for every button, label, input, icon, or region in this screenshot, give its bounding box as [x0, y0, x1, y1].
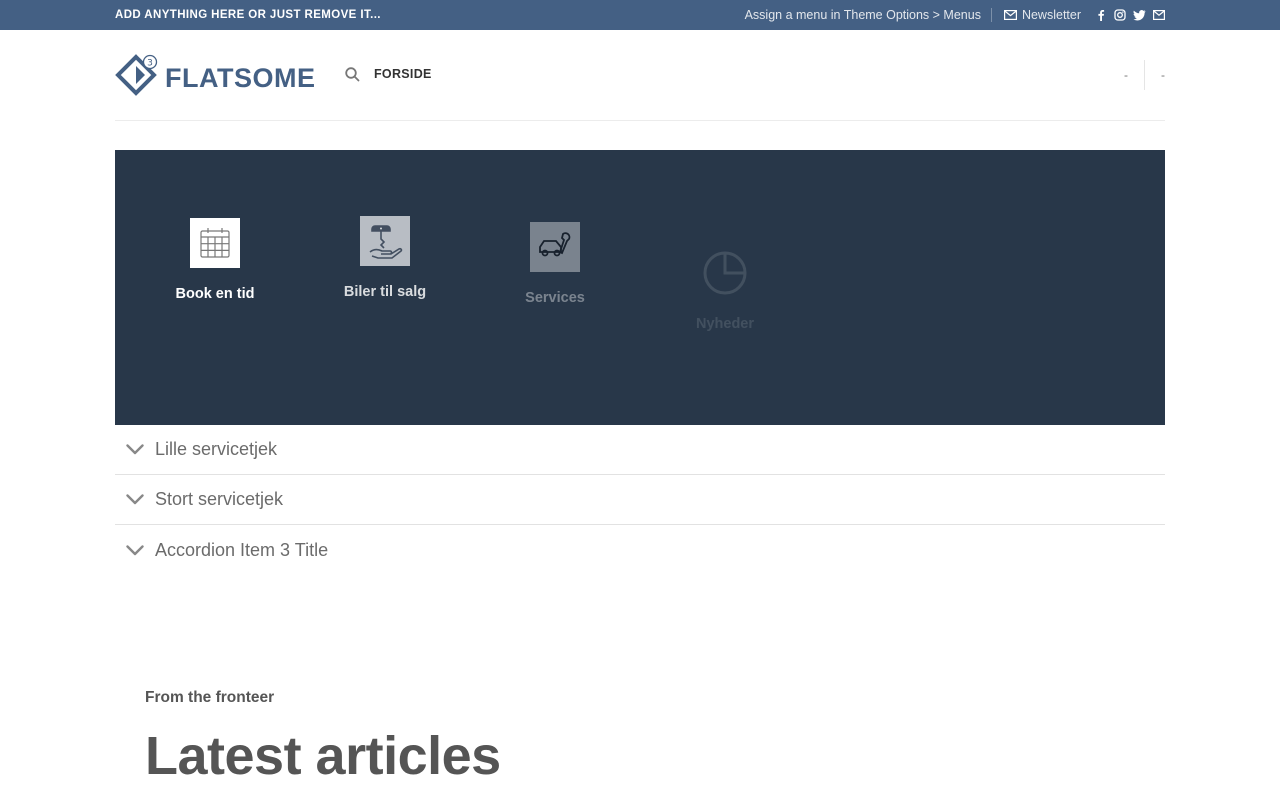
nav-item-forside[interactable]: FORSIDE	[374, 67, 432, 81]
section-kicker: From the fronteer	[145, 689, 275, 706]
instagram-icon[interactable]	[1114, 9, 1126, 21]
menu-hint-link[interactable]: Assign a menu in Theme Options > Menus	[745, 8, 991, 22]
accordion-item-title: Lille servicetjek	[155, 439, 278, 459]
accordion-item-title: Accordion Item 3 Title	[155, 539, 329, 560]
social-icons	[1095, 9, 1165, 21]
header-right-item-1[interactable]: -	[1124, 68, 1144, 82]
site-logo[interactable]: 3 FLATSOME	[115, 54, 315, 103]
calendar-icon	[190, 218, 240, 268]
feature-label: Biler til salg	[343, 284, 427, 300]
accordion-item[interactable]: Lille servicetjek	[115, 425, 1165, 475]
chevron-down-icon	[115, 544, 155, 556]
feature-label: Services	[525, 290, 585, 306]
feature-label: Book en tid	[175, 286, 255, 302]
header-right-item-2[interactable]: -	[1161, 68, 1165, 82]
accordion-item[interactable]: Accordion Item 3 Title	[115, 525, 1165, 575]
feature-services[interactable]: Services	[470, 222, 640, 306]
feature-nyheder[interactable]: Nyheder	[640, 248, 810, 332]
twitter-icon[interactable]	[1133, 9, 1146, 21]
facebook-icon[interactable]	[1095, 9, 1107, 21]
chevron-down-icon	[115, 494, 155, 505]
top-bar-right: Assign a menu in Theme Options > Menus N…	[745, 0, 1165, 30]
pie-chart-icon	[700, 248, 750, 298]
feature-panel: Book en tid Biler til salg Services Nyhe…	[115, 150, 1165, 425]
envelope-icon	[1003, 10, 1017, 20]
feature-book-en-tid[interactable]: Book en tid	[130, 218, 300, 302]
header-right-menu: - -	[1124, 60, 1165, 90]
accordion-item-title: Stort servicetjek	[155, 489, 284, 509]
feature-biler-til-salg[interactable]: Biler til salg	[300, 216, 470, 300]
car-key-hand-icon	[360, 216, 410, 266]
logo-badge: 3	[147, 58, 153, 68]
email-icon[interactable]	[1153, 10, 1165, 20]
accordion-item[interactable]: Stort servicetjek	[115, 475, 1165, 525]
header-bottom-border	[115, 120, 1165, 121]
accordion: Lille servicetjek Stort servicetjek Acco…	[115, 425, 1165, 575]
top-bar-divider	[990, 8, 992, 22]
chevron-down-icon	[115, 444, 155, 455]
feature-label: Nyheder	[695, 316, 755, 332]
site-header: 3 FLATSOME FORSIDE - -	[0, 30, 1280, 121]
section-title: Latest articles	[145, 726, 501, 786]
car-wrench-icon	[530, 222, 580, 272]
logo-text: FLATSOME	[165, 63, 316, 93]
logo-mark-icon: 3	[115, 54, 159, 103]
top-bar: ADD ANYTHING HERE OR JUST REMOVE IT... A…	[0, 0, 1280, 30]
search-icon[interactable]	[345, 67, 360, 87]
newsletter-link[interactable]: Newsletter	[1003, 8, 1081, 22]
newsletter-label: Newsletter	[1021, 8, 1081, 22]
header-divider	[1144, 60, 1145, 90]
top-bar-text: ADD ANYTHING HERE OR JUST REMOVE IT...	[115, 9, 381, 21]
